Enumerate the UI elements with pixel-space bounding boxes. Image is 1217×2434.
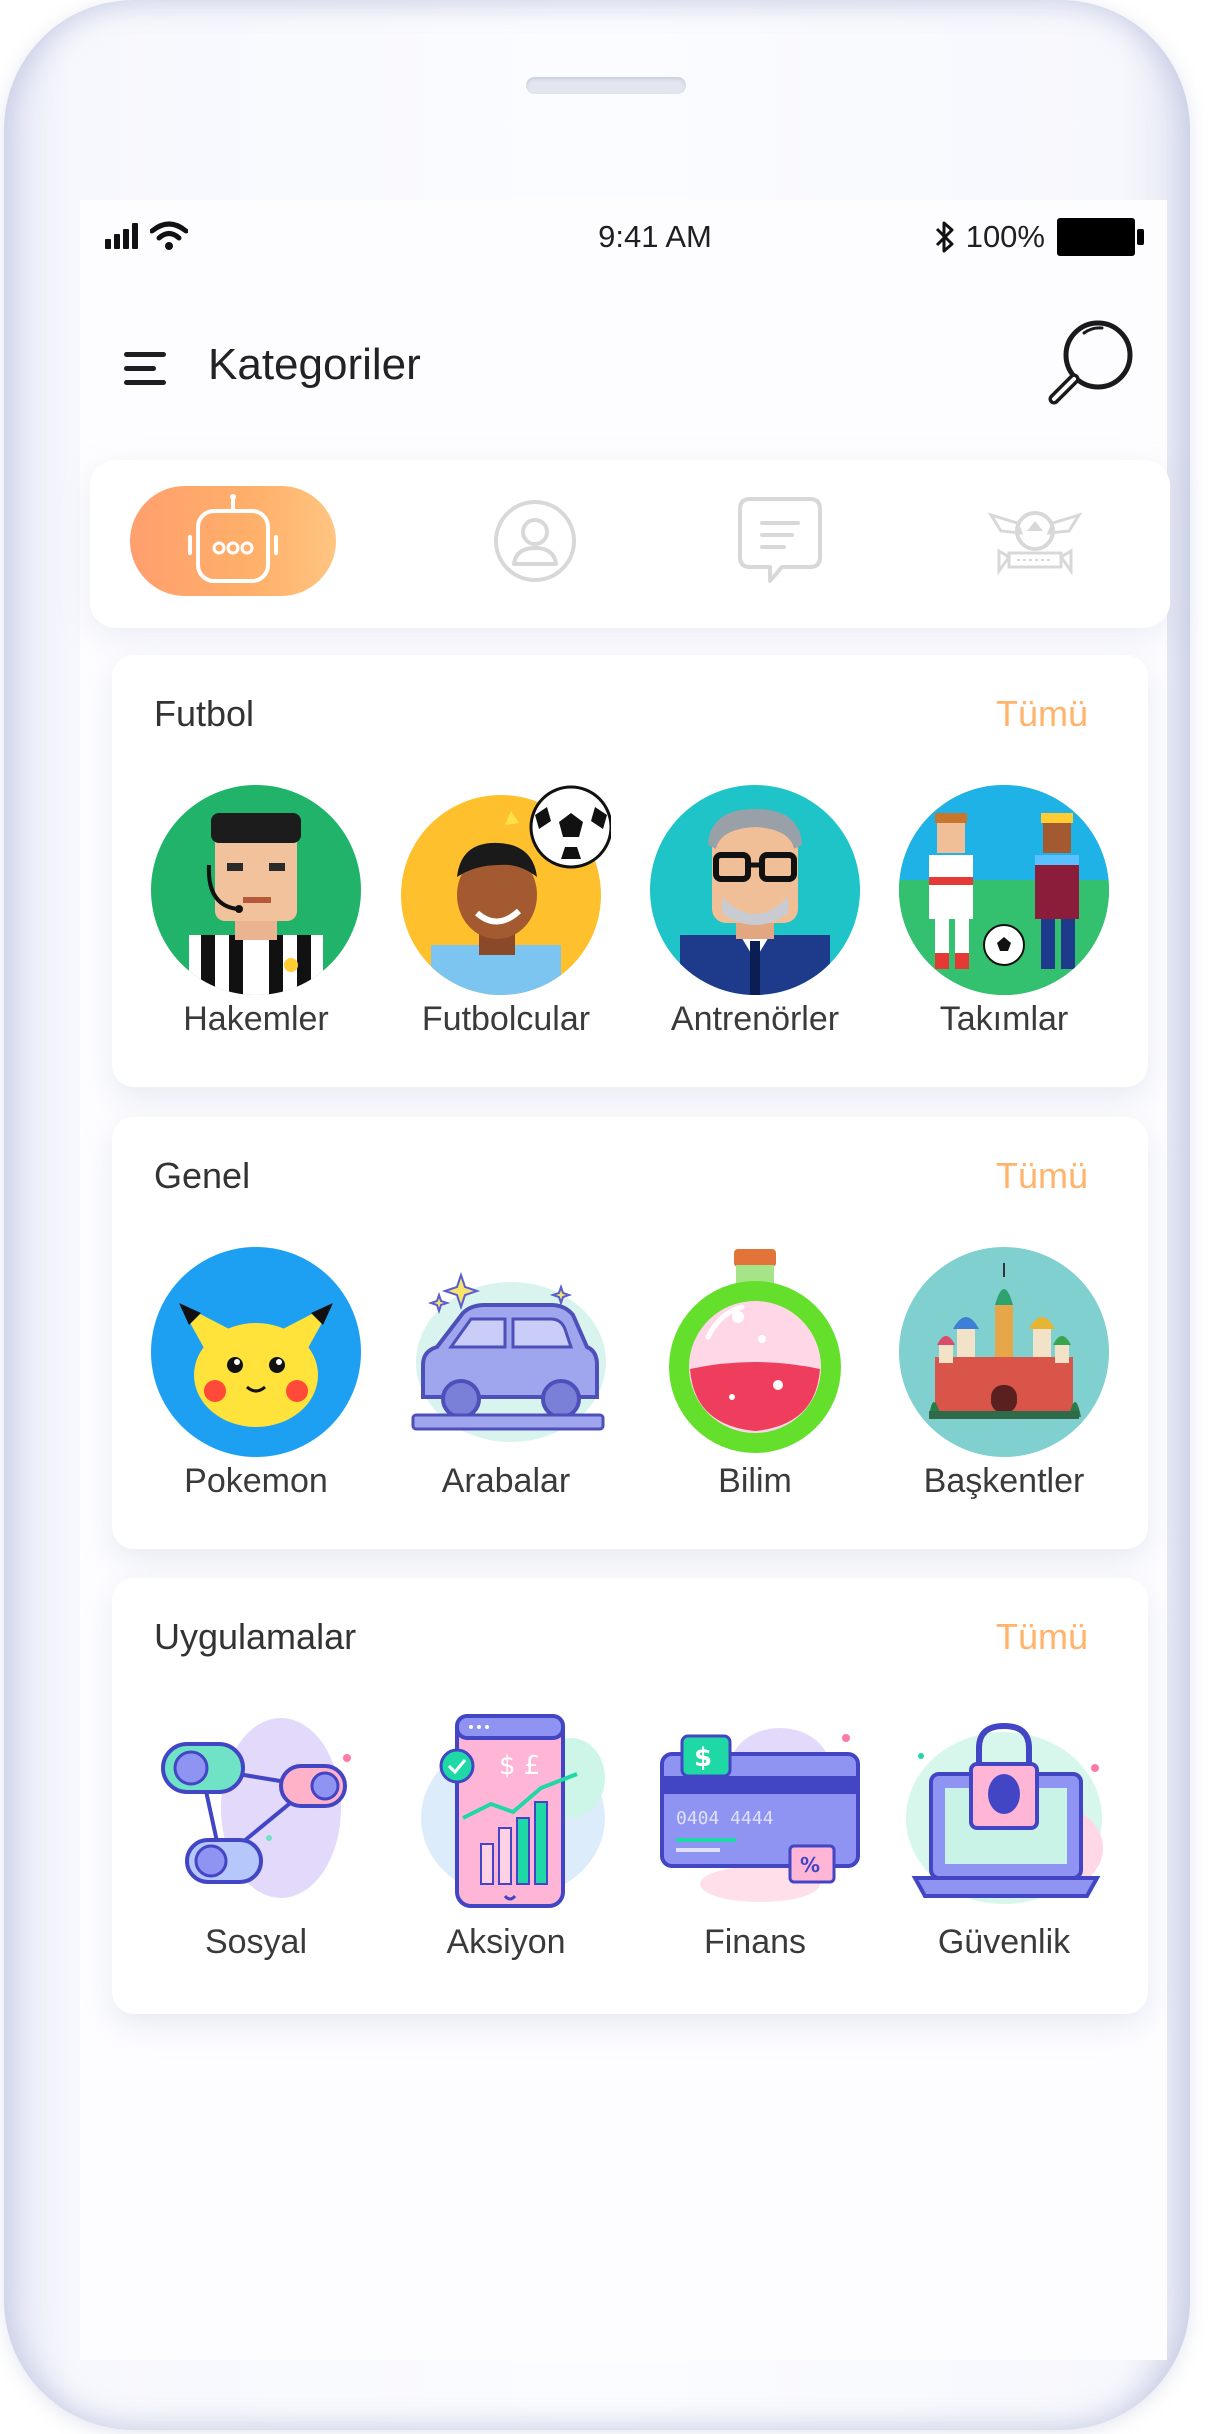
referee-icon xyxy=(151,785,361,995)
category-item-aksiyon[interactable]: $ £ Aksiyon xyxy=(386,1708,626,1968)
page-title: Kategoriler xyxy=(208,340,421,389)
status-right: 100% xyxy=(934,215,1144,259)
section-futbol: Futbol Tümü Hakemler Futbolcular Antrenö… xyxy=(112,655,1148,1087)
section-genel: Genel Tümü Pokemon Arabalar Bilim Başken… xyxy=(112,1117,1148,1549)
category-label: Takımlar xyxy=(939,1000,1069,1038)
battery-icon xyxy=(1057,218,1144,256)
category-item-finans[interactable]: $ 0404 4444 % Finans xyxy=(635,1708,875,1968)
signal-icon xyxy=(105,223,138,249)
category-label: Arabalar xyxy=(441,1462,571,1500)
credit-card-icon: $ 0404 4444 % xyxy=(660,1728,860,1902)
stock-phone-icon: $ £ xyxy=(421,1714,605,1908)
category-item-guvenlik[interactable]: Güvenlik xyxy=(884,1708,1124,1968)
cathedral-icon xyxy=(899,1247,1109,1457)
status-time: 9:41 AM xyxy=(598,219,712,254)
robot-chat-icon xyxy=(188,494,278,583)
category-label: Futbolcular xyxy=(421,1000,591,1038)
category-item-futbolcular[interactable]: Futbolcular xyxy=(386,785,626,1045)
user-profile-icon xyxy=(494,500,576,582)
category-item-hakemler[interactable]: Hakemler xyxy=(136,785,376,1045)
battery-percent: 100% xyxy=(965,219,1045,254)
svg-text:%: % xyxy=(800,1853,820,1877)
tab-robot[interactable] xyxy=(130,486,336,596)
see-all-link[interactable]: Tümü xyxy=(996,693,1088,735)
trophy-emblem-icon xyxy=(987,511,1083,576)
category-label: Pokemon xyxy=(184,1462,328,1500)
tab-messages[interactable] xyxy=(735,486,825,596)
tab-trophy[interactable] xyxy=(985,486,1085,596)
see-all-link[interactable]: Tümü xyxy=(996,1155,1088,1197)
svg-text:$: $ xyxy=(694,1743,712,1773)
category-item-bilim[interactable]: Bilim xyxy=(635,1247,875,1507)
category-item-pokemon[interactable]: Pokemon xyxy=(136,1247,376,1507)
potion-flask-icon xyxy=(669,1249,841,1453)
category-label: Bilim xyxy=(718,1462,792,1500)
svg-text:0404 4444: 0404 4444 xyxy=(676,1808,774,1829)
tab-profile[interactable] xyxy=(490,486,580,596)
category-label: Sosyal xyxy=(204,1923,308,1961)
section-title: Uygulamalar xyxy=(154,1616,357,1657)
phone-speaker xyxy=(526,77,686,94)
section-title: Genel xyxy=(154,1155,251,1196)
category-tabbar xyxy=(90,460,1170,628)
pikachu-icon xyxy=(151,1247,361,1457)
security-lock-icon xyxy=(906,1722,1103,1904)
svg-text:$ £: $ £ xyxy=(499,1751,540,1781)
category-label: Aksiyon xyxy=(446,1923,566,1961)
coach-icon xyxy=(650,785,860,995)
football-player-icon xyxy=(401,785,611,995)
category-label: Antrenörler xyxy=(670,1000,840,1038)
bluetooth-icon xyxy=(935,221,954,253)
category-label: Güvenlik xyxy=(937,1923,1071,1961)
menu-icon[interactable] xyxy=(124,346,170,390)
category-label: Finans xyxy=(703,1923,807,1961)
category-label: Hakemler xyxy=(183,1000,329,1038)
status-bar: 9:41 AM 100% xyxy=(105,215,1175,259)
see-all-link[interactable]: Tümü xyxy=(996,1616,1088,1658)
section-uygulamalar: Uygulamalar Tümü Sosyal $ £ Aksiyon $ 04… xyxy=(112,1578,1148,2014)
category-item-takimlar[interactable]: Takımlar xyxy=(884,785,1124,1045)
app-header: Kategoriler xyxy=(80,290,1167,450)
wifi-icon xyxy=(150,221,188,250)
category-item-baskentler[interactable]: Başkentler xyxy=(884,1247,1124,1507)
search-icon[interactable] xyxy=(1040,315,1140,415)
category-label: Başkentler xyxy=(923,1462,1085,1500)
section-title: Futbol xyxy=(154,693,255,734)
message-bubble-icon xyxy=(738,497,822,583)
category-item-arabalar[interactable]: Arabalar xyxy=(386,1247,626,1507)
car-icon xyxy=(411,1271,606,1442)
social-network-icon xyxy=(161,1718,351,1898)
teams-icon xyxy=(899,785,1109,995)
category-item-sosyal[interactable]: Sosyal xyxy=(136,1708,376,1968)
category-item-antrenorler[interactable]: Antrenörler xyxy=(635,785,875,1045)
